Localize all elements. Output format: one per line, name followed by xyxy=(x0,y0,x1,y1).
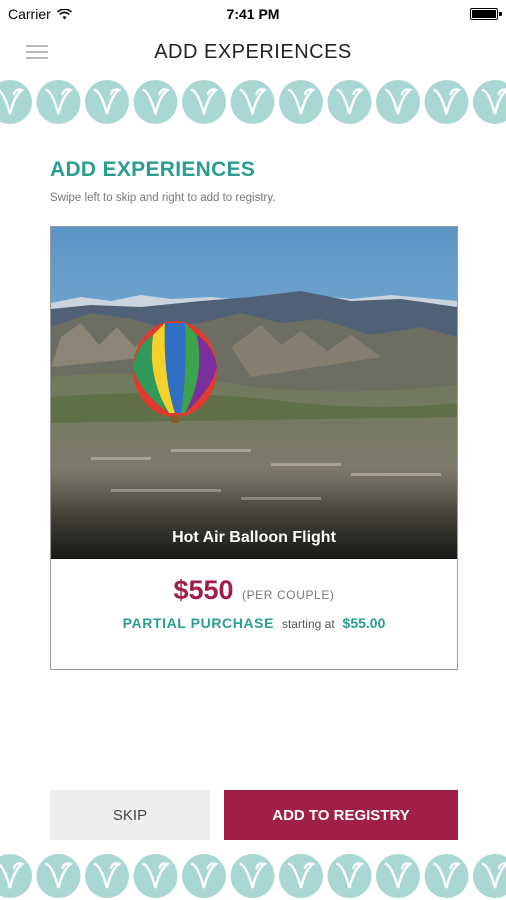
page-title: ADD EXPERIENCES xyxy=(50,158,256,181)
page-subtitle: Swipe left to skip and right to add to r… xyxy=(50,192,276,204)
starting-at-text: starting at xyxy=(281,617,335,631)
monogram-circle-icon xyxy=(36,80,81,124)
monogram-circle-icon xyxy=(376,80,420,124)
monogram-circle-icon xyxy=(133,854,178,898)
partial-price-value: $55.00 xyxy=(342,615,386,631)
monogram-circle-icon xyxy=(0,80,32,124)
monogram-circle-icon xyxy=(376,854,420,898)
landscape-balloon-image xyxy=(51,227,457,559)
monogram-circle-icon xyxy=(36,854,81,898)
monogram-circle-icon xyxy=(85,854,129,898)
partial-purchase-row: PARTIAL PURCHASE starting at $55.00 xyxy=(51,615,457,631)
decorative-pattern-top xyxy=(0,78,506,126)
experience-name: Hot Air Balloon Flight xyxy=(172,529,336,546)
monogram-circle-icon xyxy=(230,80,275,124)
monogram-circle-icon xyxy=(473,80,506,124)
monogram-circle-icon xyxy=(0,854,32,898)
status-time: 7:41 PM xyxy=(226,6,280,22)
nav-bar: ADD EXPERIENCES xyxy=(0,28,506,76)
monogram-circle-icon xyxy=(182,80,226,124)
monogram-circle-icon xyxy=(424,80,469,124)
price-value: $550 xyxy=(173,575,234,605)
price-unit: (PER COUPLE) xyxy=(241,588,335,602)
monogram-circle-icon xyxy=(424,854,469,898)
decorative-pattern-bottom xyxy=(0,852,506,900)
monogram-pattern-icon xyxy=(0,80,506,124)
nav-title: ADD EXPERIENCES xyxy=(154,41,352,63)
skip-button[interactable]: SKIP xyxy=(50,790,210,840)
price-row: $550 (PER COUPLE) xyxy=(51,575,457,606)
monogram-circle-icon xyxy=(230,854,275,898)
monogram-circle-icon xyxy=(327,854,372,898)
monogram-circle-icon xyxy=(182,854,226,898)
monogram-circle-icon xyxy=(85,80,129,124)
status-bar: Carrier 7:41 PM xyxy=(0,0,506,28)
experience-card[interactable]: Hot Air Balloon Flight $550 (PER COUPLE)… xyxy=(50,226,458,670)
monogram-circle-icon xyxy=(279,854,323,898)
battery-icon xyxy=(470,8,502,20)
monogram-circle-icon xyxy=(473,854,506,898)
add-to-registry-button[interactable]: ADD TO REGISTRY xyxy=(224,790,458,840)
monogram-circle-icon xyxy=(327,80,372,124)
monogram-circle-icon xyxy=(133,80,178,124)
partial-purchase-label: PARTIAL PURCHASE xyxy=(122,615,275,631)
experience-photo xyxy=(51,227,457,559)
monogram-pattern-icon xyxy=(0,854,506,898)
battery-fill xyxy=(472,10,496,18)
monogram-circle-icon xyxy=(279,80,323,124)
